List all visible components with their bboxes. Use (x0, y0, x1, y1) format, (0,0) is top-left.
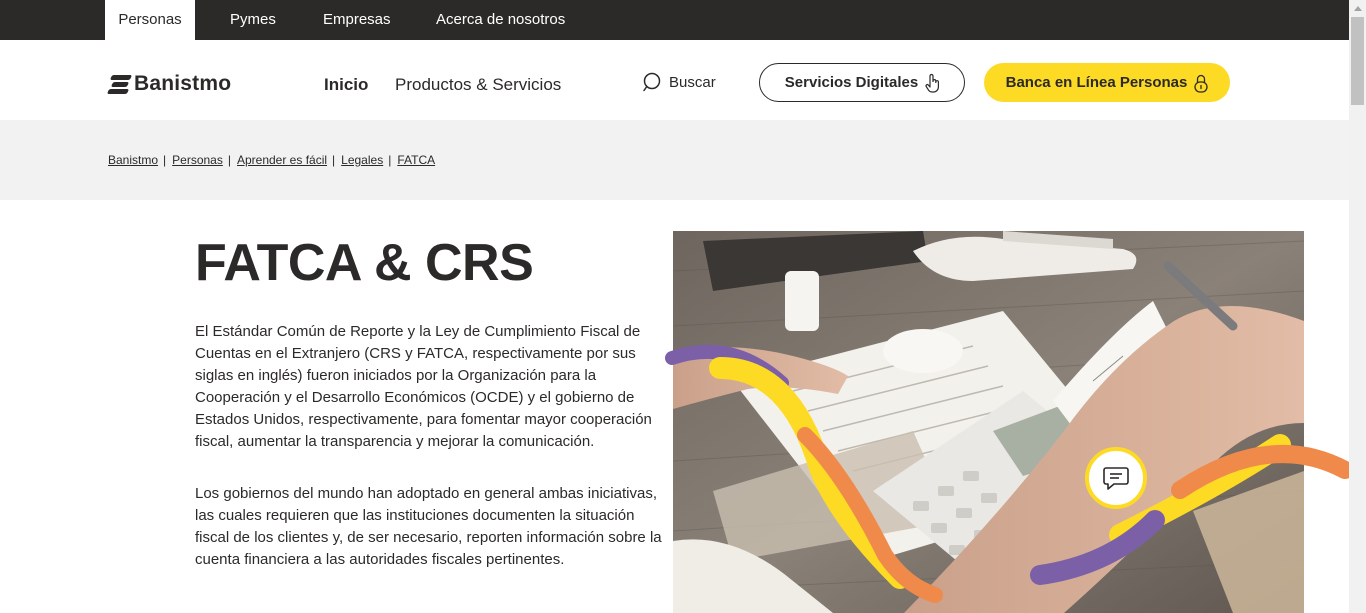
servicios-digitales-label: Servicios Digitales (784, 74, 919, 91)
breadcrumb-aprender[interactable]: Aprender es fácil (237, 153, 327, 167)
page-title: FATCA & CRS (195, 234, 534, 292)
chat-icon (1103, 467, 1129, 490)
main-header: Banistmo Inicio Productos & Servicios Bu… (0, 40, 1349, 120)
servicios-digitales-button[interactable]: Servicios Digitales (759, 63, 965, 102)
segment-bar: Personas Pymes Empresas Acerca de nosotr… (0, 0, 1349, 40)
logo[interactable]: Banistmo (106, 72, 232, 96)
breadcrumb-separator: | (227, 153, 231, 167)
breadcrumb-fatca[interactable]: FATCA (397, 153, 435, 167)
second-paragraph: Los gobiernos del mundo han adoptado en … (195, 485, 662, 568)
scroll-up-arrow-icon[interactable] (1349, 0, 1366, 17)
padlock-icon (1194, 74, 1209, 93)
tab-pymes[interactable]: Pymes (230, 0, 276, 40)
logo-mark-icon (106, 73, 133, 95)
tab-acerca[interactable]: Acerca de nosotros (436, 0, 565, 40)
intro-paragraph: El Estándar Común de Reporte y la Ley de… (195, 323, 652, 450)
search-icon (643, 72, 661, 92)
breadcrumb-banistmo[interactable]: Banistmo (108, 153, 158, 167)
hero-photo (673, 231, 1304, 613)
banca-en-linea-label: Banca en Línea Personas (1005, 74, 1188, 91)
breadcrumb-band: Banistmo | Personas | Aprender es fácil | L… (0, 120, 1349, 200)
logo-text: Banistmo (134, 72, 232, 95)
breadcrumb-separator: | (388, 153, 392, 167)
chat-button[interactable] (1085, 447, 1147, 509)
scrollbar-thumb[interactable] (1351, 17, 1364, 105)
breadcrumb: Banistmo | Personas | Aprender es fácil | L… (108, 153, 435, 167)
touch-hand-icon (925, 73, 940, 93)
search-label: Buscar (669, 73, 716, 91)
breadcrumb-personas[interactable]: Personas (172, 153, 223, 167)
nav-productos-servicios[interactable]: Productos & Servicios (395, 75, 561, 95)
breadcrumb-separator: | (163, 153, 167, 167)
nav-inicio[interactable]: Inicio (324, 75, 368, 95)
breadcrumb-legales[interactable]: Legales (341, 153, 383, 167)
tab-personas[interactable]: Personas (105, 0, 195, 40)
breadcrumb-separator: | (332, 153, 336, 167)
search-button[interactable]: Buscar (643, 72, 716, 92)
page-scrollbar[interactable] (1349, 0, 1366, 613)
banca-en-linea-button[interactable]: Banca en Línea Personas (984, 63, 1230, 102)
tab-empresas[interactable]: Empresas (323, 0, 391, 40)
